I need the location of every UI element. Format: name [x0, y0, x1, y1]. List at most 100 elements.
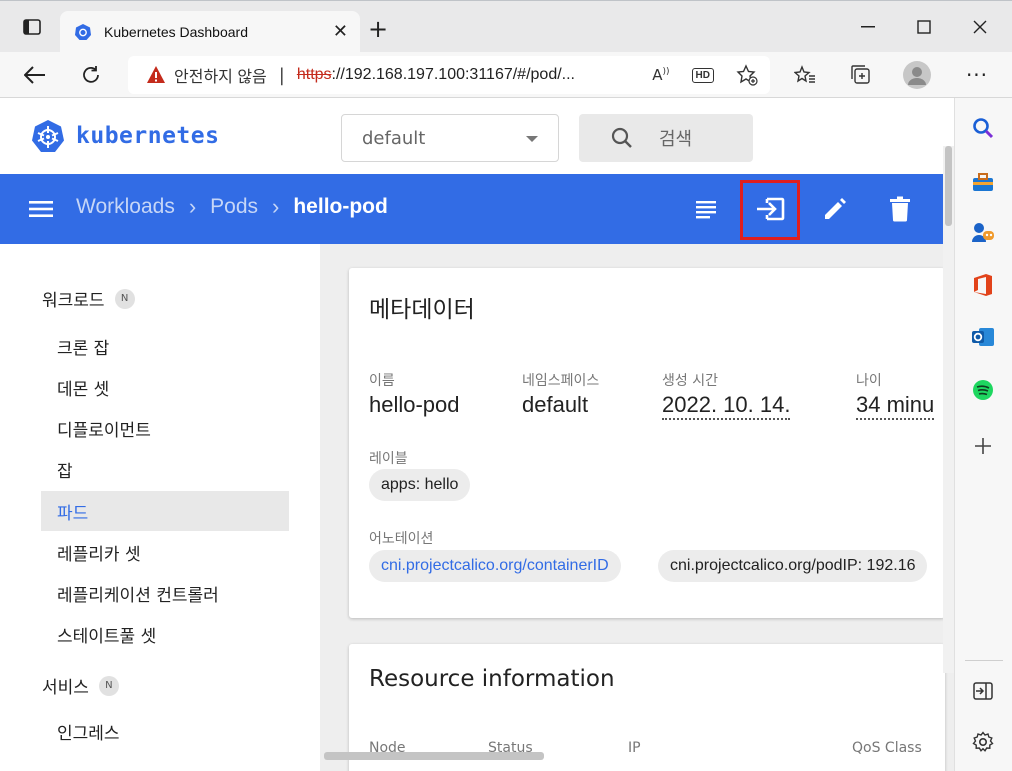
read-aloud-icon[interactable]: A)) — [652, 66, 669, 84]
nav-group-label: 워크로드 — [42, 291, 105, 311]
hide-sidebar-icon[interactable] — [969, 677, 997, 705]
url-scheme: https — [296, 66, 332, 83]
namespaced-badge: N — [98, 675, 119, 696]
browser-tab-bar: Kubernetes Dashboard ✕ + — [0, 0, 1012, 53]
nav-group-workloads[interactable]: 워크로드 N — [42, 286, 135, 311]
sidebar-item-daemonsets[interactable]: 데몬 셋 — [41, 367, 289, 407]
created-value[interactable]: 2022. 10. 14. — [662, 392, 791, 420]
not-secure-warning-icon[interactable] — [146, 65, 166, 85]
main-content: 메타데이터 이름 hello-pod 네임스페이스 default 생성 시간 … — [320, 244, 954, 771]
action-bar: Workloads › Pods › hello-pod — [0, 174, 954, 244]
spotify-icon[interactable] — [969, 376, 997, 404]
url-actions: A)) HD — [652, 64, 758, 86]
hd-icon[interactable]: HD — [691, 67, 714, 83]
close-window-icon[interactable] — [952, 1, 1008, 53]
edit-icon — [825, 198, 846, 219]
collections-icon[interactable] — [846, 60, 876, 90]
annotations-label: 어노테이션 — [369, 531, 434, 547]
kubernetes-wheel-icon — [32, 120, 64, 152]
dashboard-header: kubernetes default 검색 — [0, 98, 954, 174]
favorites-icon[interactable] — [790, 60, 820, 90]
sidebar-item-jobs[interactable]: 잡 — [41, 449, 289, 489]
add-favorite-icon[interactable] — [736, 64, 758, 86]
breadcrumb-current: hello-pod — [293, 195, 388, 218]
games-icon[interactable] — [969, 219, 997, 247]
minimize-window-icon[interactable] — [840, 1, 896, 53]
more-options-icon[interactable]: ··· — [962, 60, 992, 90]
age-value[interactable]: 34 minu — [856, 392, 935, 420]
sidebar-item-replication-controllers[interactable]: 레플리케이션 컨트롤러 — [41, 573, 289, 613]
tab-title: Kubernetes Dashboard — [104, 24, 248, 40]
breadcrumb: Workloads › Pods › hello-pod — [76, 194, 388, 220]
nav-group-label: 서비스 — [42, 678, 89, 698]
scrollbar-thumb[interactable] — [945, 146, 952, 226]
menu-icon[interactable] — [28, 196, 54, 222]
outlook-icon[interactable] — [969, 323, 997, 351]
view-logs-button[interactable] — [688, 191, 724, 227]
logs-icon — [696, 201, 716, 219]
edit-button[interactable] — [817, 191, 853, 227]
profile-avatar-icon[interactable] — [902, 60, 932, 90]
namespace-value: default — [522, 392, 589, 417]
sidebar-item-deployments[interactable]: 디플로이먼트 — [41, 408, 289, 448]
new-tab-icon[interactable]: + — [368, 15, 388, 43]
namespace-label: 네임스페이스 — [522, 373, 600, 389]
label-chip: apps: hello — [369, 469, 471, 501]
age-label: 나이 — [856, 373, 882, 389]
annotation-chip[interactable]: cni.projectcalico.org/containerID — [369, 550, 621, 582]
settings-gear-icon[interactable] — [969, 728, 997, 756]
namespaced-badge: N — [114, 288, 135, 309]
kubernetes-favicon-icon — [75, 24, 91, 40]
delete-button[interactable] — [882, 191, 918, 227]
shopping-icon[interactable] — [969, 168, 997, 196]
url-separator: | — [278, 64, 285, 86]
annotation-chip: cni.projectcalico.org/podIP: 192.16 — [658, 550, 928, 582]
horizontal-scrollbar[interactable] — [320, 752, 943, 760]
chevron-right-icon: › — [272, 194, 280, 219]
url-path: :31167/#/pod/... — [464, 66, 575, 83]
labels-label: 레이블 — [369, 451, 408, 467]
kubernetes-logo[interactable]: kubernetes — [30, 118, 219, 154]
vertical-scrollbar[interactable] — [943, 146, 954, 673]
breadcrumb-workloads[interactable]: Workloads — [76, 195, 175, 219]
sidebar-item-ingresses[interactable]: 인그레스 — [41, 711, 289, 751]
sidebar-item-replicasets[interactable]: 레플리카 셋 — [41, 532, 289, 572]
not-secure-label: 안전하지 않음 — [174, 69, 267, 86]
office-icon[interactable] — [969, 271, 997, 299]
sidebar-item-cronjobs[interactable]: 크론 잡 — [41, 326, 289, 366]
name-label: 이름 — [369, 373, 395, 389]
breadcrumb-pods[interactable]: Pods — [210, 195, 258, 219]
search-placeholder: 검색 — [659, 129, 693, 150]
namespace-selector-value: default — [362, 127, 426, 149]
sidebar-item-statefulsets[interactable]: 스테이트풀 셋 — [41, 614, 289, 654]
maximize-window-icon[interactable] — [896, 1, 952, 53]
side-navigation: 워크로드 N 크론 잡 데몬 셋 디플로이먼트 잡 파드 레플리카 셋 레플리케… — [0, 244, 320, 771]
browser-address-bar: 안전하지 않음 | https ://192.168.197.100 :3116… — [0, 52, 1012, 98]
resource-information-title: Resource information — [369, 666, 615, 692]
url-field[interactable]: 안전하지 않음 | https ://192.168.197.100 :3116… — [128, 56, 770, 94]
add-sidebar-app-icon[interactable] — [969, 432, 997, 460]
name-value: hello-pod — [369, 392, 460, 417]
metadata-card: 메타데이터 이름 hello-pod 네임스페이스 default 생성 시간 … — [349, 268, 945, 618]
search-input[interactable]: 검색 — [579, 114, 753, 162]
close-tab-icon[interactable]: ✕ — [333, 21, 348, 42]
kubernetes-dashboard: kubernetes default 검색 Workloads › Pods ›… — [0, 98, 954, 771]
scrollbar-thumb[interactable] — [324, 752, 544, 760]
chevron-right-icon: › — [188, 194, 197, 219]
refresh-icon[interactable] — [76, 60, 106, 90]
exec-shell-button[interactable] — [752, 191, 788, 227]
chevron-down-icon — [526, 136, 538, 142]
tab-actions-icon[interactable] — [4, 1, 60, 53]
back-icon[interactable] — [20, 60, 50, 90]
edge-search-icon[interactable] — [969, 114, 997, 142]
browser-tab-kubernetes[interactable]: Kubernetes Dashboard ✕ — [60, 11, 360, 53]
delete-icon — [890, 196, 910, 222]
namespace-selector[interactable]: default — [341, 114, 559, 162]
search-icon — [611, 127, 632, 148]
edge-sidebar-divider — [965, 660, 1003, 661]
sidebar-item-pods[interactable]: 파드 — [41, 491, 289, 531]
metadata-title: 메타데이터 — [369, 297, 475, 323]
exec-icon — [757, 197, 785, 221]
nav-group-services[interactable]: 서비스 N — [42, 673, 119, 698]
created-label: 생성 시간 — [662, 373, 718, 389]
